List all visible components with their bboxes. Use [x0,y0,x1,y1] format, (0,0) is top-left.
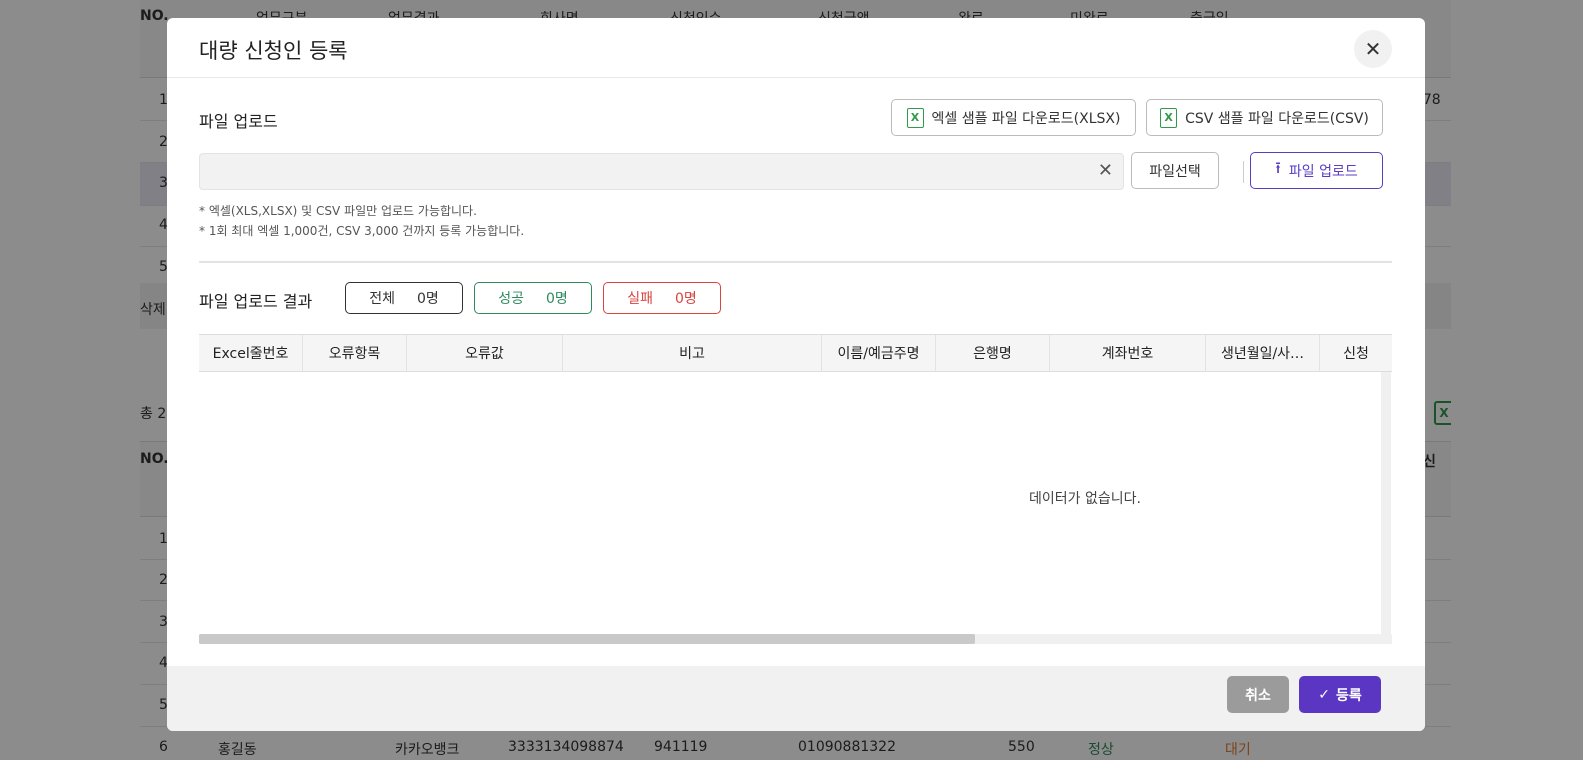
excel-file-icon: X [906,107,924,128]
total-count-label: 전체 [369,291,395,307]
excel-sample-label: 엑셀 샘플 파일 다운로드(XLSX) [931,110,1121,127]
choose-file-button[interactable]: 파일선택 [1131,152,1219,189]
upload-result-table: Excel줄번호 오류항목 오류값 비고 이름/예금주명 은행명 계좌번호 생년… [199,334,1392,646]
success-count-badge: 성공 0명 [474,282,592,314]
csv-sample-label: CSV 샘플 파일 다운로드(CSV) [1185,110,1369,127]
column-header[interactable]: 계좌번호 [1050,335,1206,371]
file-upload-label: 파일 업로드 [199,112,278,131]
file-upload-button-label: 파일 업로드 [1288,163,1358,180]
close-button[interactable]: ✕ [1354,30,1392,68]
column-header[interactable]: 생년월일/사… [1206,335,1320,371]
upload-note: * 엑셀(XLS,XLSX) 및 CSV 파일만 업로드 가능합니다. [199,204,477,218]
section-divider [199,261,1392,263]
column-header[interactable]: 오류값 [407,335,563,371]
excel-sample-download-button[interactable]: X 엑셀 샘플 파일 다운로드(XLSX) [891,99,1136,136]
file-path-field[interactable]: ✕ [199,153,1124,190]
modal-title: 대량 신청인 등록 [199,39,348,63]
table-header-row: Excel줄번호 오류항목 오류값 비고 이름/예금주명 은행명 계좌번호 생년… [199,334,1392,372]
column-header[interactable]: 신청 [1320,335,1392,371]
upload-result-label: 파일 업로드 결과 [199,292,313,311]
column-header[interactable]: 오류항목 [303,335,407,371]
upload-icon: ⭱ [1275,158,1281,177]
column-header[interactable]: 비고 [563,335,822,371]
csv-file-icon: X [1160,107,1178,128]
clear-file-icon[interactable]: ✕ [1098,160,1113,181]
empty-table-message: 데이터가 없습니다. [1029,491,1141,507]
register-button-label: 등록 [1335,687,1362,704]
file-upload-button[interactable]: ⭱ 파일 업로드 [1250,152,1383,189]
choose-file-label: 파일선택 [1149,163,1201,180]
fail-count-value: 0명 [674,291,697,307]
button-divider [1243,161,1244,183]
vertical-scrollbar[interactable] [1381,372,1391,634]
register-button[interactable]: ✓ 등록 [1299,676,1381,713]
total-count-badge: 전체 0명 [345,282,463,314]
cancel-button[interactable]: 취소 [1227,676,1289,713]
success-count-value: 0명 [545,291,568,307]
fail-count-label: 실패 [627,291,653,307]
check-icon: ✓ [1318,686,1330,703]
total-count-value: 0명 [416,291,439,307]
bulk-register-modal: 대량 신청인 등록 ✕ 파일 업로드 X 엑셀 샘플 파일 다운로드(XLSX)… [167,18,1425,731]
modal-footer: 취소 ✓ 등록 [167,666,1425,731]
column-header[interactable]: 은행명 [936,335,1050,371]
success-count-label: 성공 [498,291,524,307]
horizontal-scrollbar-thumb[interactable] [199,634,975,644]
upload-note: * 1회 최대 엑셀 1,000건, CSV 3,000 건까지 등록 가능합니… [199,224,525,238]
fail-count-badge: 실패 0명 [603,282,721,314]
horizontal-scrollbar[interactable] [199,634,1392,644]
cancel-button-label: 취소 [1245,687,1271,704]
csv-sample-download-button[interactable]: X CSV 샘플 파일 다운로드(CSV) [1146,99,1383,136]
modal-header: 대량 신청인 등록 ✕ [167,18,1425,78]
column-header[interactable]: Excel줄번호 [199,335,303,371]
column-header[interactable]: 이름/예금주명 [822,335,936,371]
close-icon: ✕ [1364,37,1382,61]
